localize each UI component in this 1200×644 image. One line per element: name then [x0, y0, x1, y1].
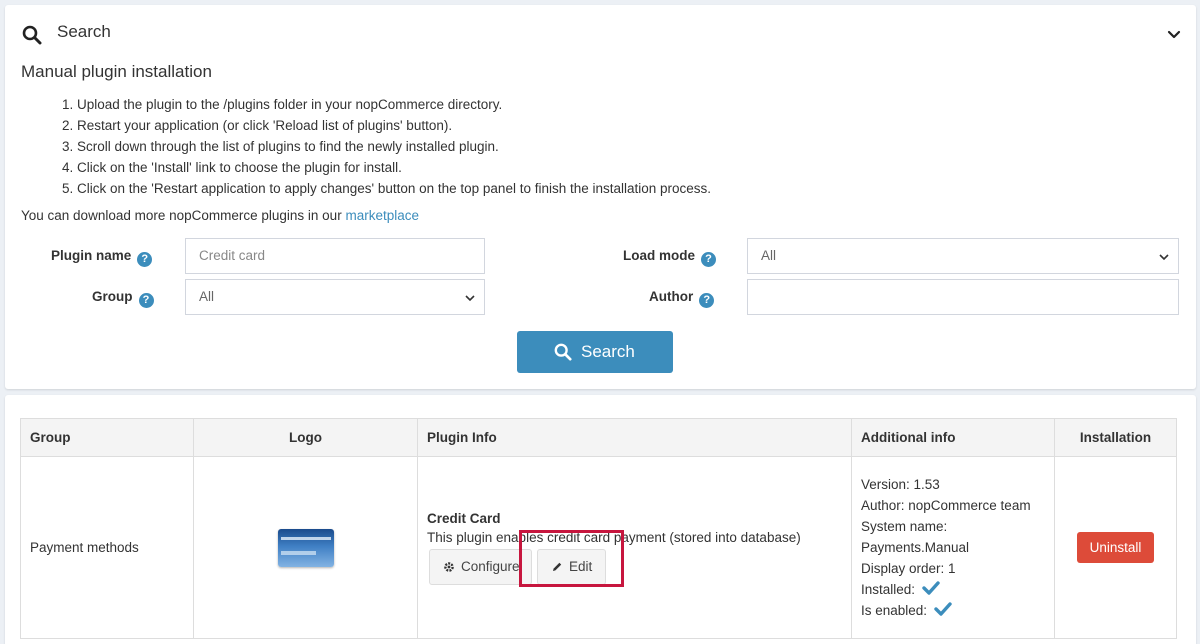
install-step: 1. Upload the plugin to the /plugins fol…: [62, 97, 503, 112]
plugin-name: Credit Card: [427, 510, 501, 526]
configure-button-label: Configure: [461, 558, 520, 574]
search-panel: Search Manual plugin installation 1. Upl…: [5, 5, 1196, 389]
plugin-actions: Configure Edit: [427, 529, 842, 587]
help-icon[interactable]: ?: [137, 252, 153, 267]
help-icon[interactable]: ?: [699, 293, 715, 308]
check-icon: [922, 581, 940, 595]
help-icon[interactable]: ?: [701, 252, 717, 267]
search-button[interactable]: Search: [517, 331, 673, 373]
help-icon[interactable]: ?: [138, 293, 154, 308]
group-select[interactable]: All: [185, 279, 485, 315]
plugin-enabled: Is enabled:: [861, 600, 1045, 621]
plugin-description: This plugin enables credit card payment …: [427, 529, 801, 545]
author-input[interactable]: [747, 279, 1179, 315]
plugin-installed: Installed:: [861, 579, 1045, 600]
table-row: Payment methods Credit Card This plugin …: [20, 456, 1177, 639]
install-steps-list: 1. Upload the plugin to the /plugins fol…: [62, 94, 711, 199]
plugin-version: Version: 1.53: [861, 477, 940, 492]
group-label: Group?: [92, 289, 154, 308]
search-panel-header[interactable]: Search: [5, 5, 1196, 61]
install-step: 5. Click on the 'Restart application to …: [62, 181, 712, 196]
cell-additional-info: Version: 1.53 Author: nopCommerce team S…: [851, 456, 1055, 639]
check-icon: [934, 602, 952, 616]
cell-logo: [193, 456, 418, 639]
cell-group: Payment methods: [20, 456, 194, 639]
download-text: You can download more nopCommerce plugin…: [21, 208, 346, 223]
download-note: You can download more nopCommerce plugin…: [21, 208, 419, 223]
plugins-panel: Group Logo Plugin Info Additional info I…: [5, 395, 1196, 644]
search-panel-title: Search: [57, 22, 111, 41]
manual-install-title: Manual plugin installation: [21, 62, 212, 81]
plugin-system-name: Payments.Manual: [861, 540, 970, 555]
install-step: 3. Scroll down through the list of plugi…: [62, 139, 499, 154]
configure-button[interactable]: Configure: [429, 548, 532, 585]
search-icon: [22, 25, 42, 45]
highlight-annotation-box: [519, 529, 624, 587]
plugin-name-input[interactable]: Credit card: [185, 238, 485, 274]
column-header-additional-info: Additional info: [851, 418, 1055, 457]
plugin-display-order: Display order: 1: [861, 561, 956, 576]
uninstall-button[interactable]: Uninstall: [1076, 532, 1155, 563]
gear-icon: [444, 561, 454, 572]
column-header-installation: Installation: [1054, 418, 1177, 457]
load-mode-label: Load mode?: [623, 248, 717, 267]
chevron-down-icon: [465, 295, 475, 302]
search-icon: [554, 343, 572, 361]
cell-plugin-info: Credit Card This plugin enables credit c…: [417, 456, 852, 639]
author-label: Author?: [649, 289, 715, 308]
column-header-plugin-info: Plugin Info: [417, 418, 852, 457]
install-step: 2. Restart your application (or click 'R…: [62, 118, 453, 133]
chevron-down-icon[interactable]: [1166, 27, 1182, 43]
column-header-logo: Logo: [193, 418, 418, 457]
column-header-group[interactable]: Group: [20, 418, 194, 457]
plugin-name-label: Plugin name?: [51, 248, 153, 267]
marketplace-link[interactable]: marketplace: [345, 208, 419, 223]
plugin-logo-image: [277, 528, 334, 567]
load-mode-select[interactable]: All: [747, 238, 1179, 274]
plugins-table: Group Logo Plugin Info Additional info I…: [20, 418, 1177, 639]
table-header-row: Group Logo Plugin Info Additional info I…: [20, 418, 1177, 457]
chevron-down-icon: [1159, 254, 1169, 261]
install-step: 4. Click on the 'Install' link to choose…: [62, 160, 402, 175]
plugin-author: Author: nopCommerce team: [861, 498, 1031, 513]
search-button-label: Search: [581, 342, 635, 361]
plugin-system-name-label: System name:: [861, 519, 948, 534]
cell-installation: Uninstall: [1054, 456, 1177, 639]
